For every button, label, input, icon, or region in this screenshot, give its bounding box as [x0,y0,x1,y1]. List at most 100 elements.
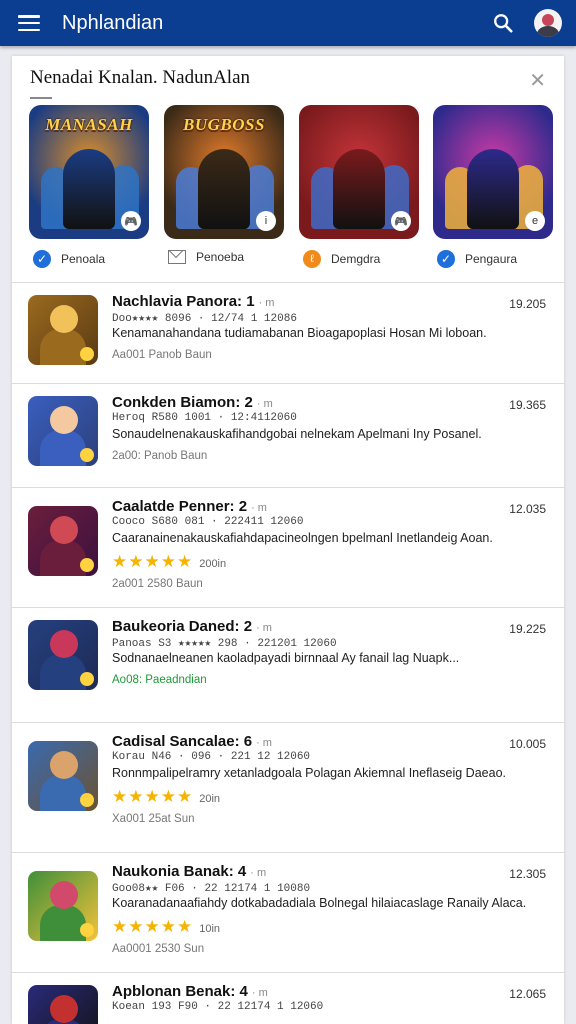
app-name: Nachlavia Panora: 1 · m [112,293,274,310]
close-icon[interactable]: ✕ [529,68,546,93]
featured-card[interactable]: 🎮 [299,105,419,239]
avatar[interactable] [534,9,562,37]
app-name-text: Baukeoria Daned: [112,618,244,635]
title-underline [30,97,52,99]
stars-glyphs: ★★★★★ [112,917,194,936]
rating-count: 200in [199,558,227,570]
app-thumbnail [28,741,98,811]
search-icon[interactable] [492,12,514,34]
app-footer-info: Xa001 25at Sun [112,813,195,825]
thumb-figure [40,329,86,365]
menu-icon[interactable] [18,15,40,31]
top-app-bar: Nphlandian [0,0,576,46]
thumb-figure [50,516,78,544]
card-caption[interactable]: ✓ Pengaura [437,250,517,268]
list-item[interactable]: Baukeoria Daned: 2 · m Panoas S3 ★★★★★ 298… [12,607,564,723]
app-name-text: Nachlavia Panora: [112,293,247,310]
more-indicator: · m [251,987,268,999]
app-price: 19.225 [509,622,546,636]
thumb-figure [40,654,86,690]
app-stats: Cooco S680 081 · 222411 12060 [112,516,304,528]
thumb-figure [50,751,78,779]
list-item[interactable]: Naukonia Banak: 4 · m Goo08★★ F06 · 22 121… [12,852,564,973]
app-price: 19.365 [509,398,546,412]
app-name-text: Caalatde Penner: [112,498,239,515]
app-price: 12.305 [509,867,546,881]
badge-icon [80,347,94,361]
more-indicator: · m [251,502,267,514]
star-rating: ★★★★★ 200in [112,552,226,572]
card-caption-label: Penoeba [196,250,245,264]
app-price: 10.005 [509,737,546,751]
badge-icon [80,672,94,686]
card-hero [467,149,519,229]
app-description: Koaranadanaafiahdy dotkabadadiala Bolneg… [112,896,527,910]
featured-card[interactable]: BUGBOSS i [164,105,284,239]
app-footer-info: Aa0001 2530 Sun [112,943,205,955]
app-footer-info: Ao08: Paeadndian [112,674,207,686]
app-price: 12.035 [509,502,546,516]
app-thumbnail [28,620,98,690]
app-price: 12.065 [509,987,546,1001]
more-indicator: · m [258,297,275,309]
app-thumbnail [28,295,98,365]
app-stats: Doo★★★★ 8096 · 12/74 1 12086 [112,313,297,325]
app-stats: Koean 193 F90 · 22 12174 1 12060 [112,1001,324,1013]
list-item[interactable]: Caalatde Penner: 2 · m Cooco S680 081 · 22… [12,487,564,608]
thumb-figure [50,305,78,333]
coin-icon: ℓ [303,250,321,268]
app-name: Apblonan Benak: 4 · m [112,983,268,1000]
app-name: Caalatde Penner: 2 · m [112,498,267,515]
featured-cards: MANASAH 🎮 ✓ Penoala BUGBOSS i Penoeba 🎮 ℓ Demgdra… [29,105,553,285]
app-description: Kenamanahandana tudiamabanan Bioagapopla… [112,326,487,340]
list-item[interactable]: Conkden Biamon: 2 · m Heroq R580 1001 · 12… [12,383,564,488]
card-logo-text: BUGBOSS [183,115,265,134]
app-thumbnail [28,506,98,576]
list-item[interactable]: Cadisal Sancalae: 6 · m Korau N46 · 096 · … [12,722,564,853]
app-footer-info: 2a001 2580 Baun [112,578,203,590]
app-name: Cadisal Sancalae: 6 · m [112,733,272,750]
app-stats: Goo08★★ F06 · 22 12174 1 10080 [112,883,311,895]
app-number: 4 [239,983,248,1000]
card-caption[interactable]: ℓ Demgdra [303,250,380,268]
card-badge-icon: i [256,211,276,231]
card-logo-text: MANASAH [45,115,133,134]
featured-card[interactable]: e [433,105,553,239]
card-caption-label: Pengaura [465,252,518,266]
stars-glyphs: ★★★★★ [112,787,194,806]
more-indicator: · m [256,398,273,410]
app-name-text: Naukonia Banak: [112,863,238,880]
more-indicator: · m [250,867,267,879]
app-number: 1 [246,293,255,310]
content-panel: Nenadai Knalan. NadunAlan ✕ MANASAH 🎮 ✓ Pen… [12,56,564,1024]
list-item[interactable]: Nachlavia Panora: 1 · m Doo★★★★ 8096 · 12/… [12,282,564,384]
app-number: 2 [238,498,248,515]
card-hero [198,149,250,229]
list-item[interactable]: Apblonan Benak: 4 · m Koean 193 F90 · 22 1… [12,972,564,1024]
app-number: 4 [237,863,247,880]
thumb-figure [50,630,78,658]
app-name: Conkden Biamon: 2 · m [112,394,273,411]
star-rating: ★★★★★ 10in [112,917,220,937]
rating-count: 20in [199,793,220,805]
app-description: Caaranainenakauskafiahdapacineolngen bpe… [112,531,493,545]
badge-icon [80,558,94,572]
thumb-figure [40,540,86,576]
check-icon: ✓ [437,250,455,268]
card-caption[interactable]: Penoeba [168,250,244,264]
app-stats: Panoas S3 ★★★★★ 298 · 221201 12060 [112,638,337,650]
card-caption[interactable]: ✓ Penoala [33,250,105,268]
app-description: Sonaudelnenakauskafihandgobai nelnekam A… [112,427,482,441]
app-stats: Heroq R580 1001 · 12:4112060 [112,412,297,424]
star-rating: ★★★★★ 20in [112,787,220,807]
app-thumbnail [28,396,98,466]
badge-icon [80,793,94,807]
more-indicator: · m [256,737,272,749]
card-caption-label: Penoala [61,252,106,266]
thumb-figure [40,430,86,466]
featured-card[interactable]: MANASAH 🎮 [29,105,149,239]
app-description: Ronnmpalipelramry xetanladgoala Polagan … [112,766,506,780]
app-number: 2 [244,394,253,411]
card-badge-icon: e [525,211,545,231]
app-footer-info: Aa001 Panob Baun [112,349,212,361]
